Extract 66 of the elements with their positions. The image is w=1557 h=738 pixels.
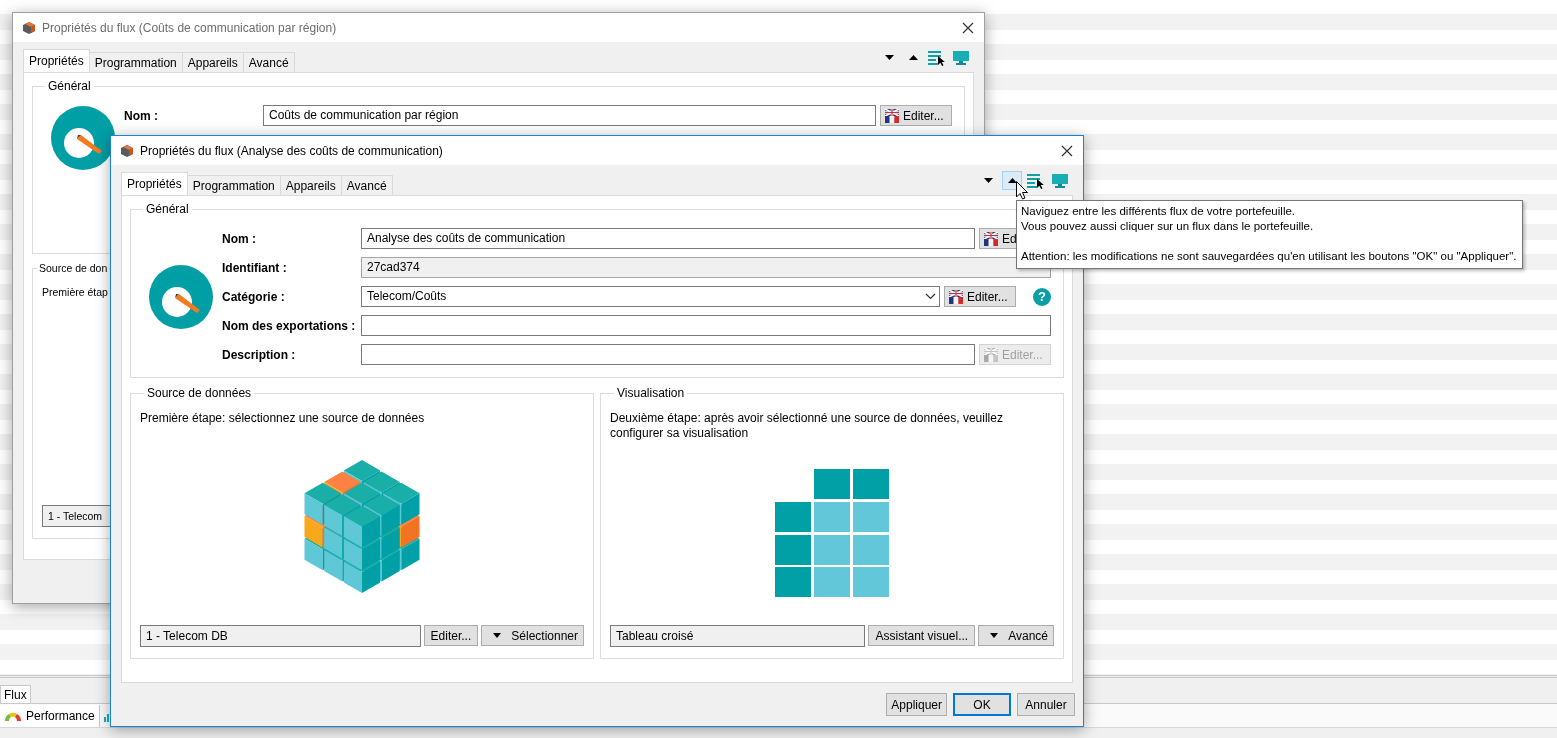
- group-title: Source de données: [146, 386, 253, 400]
- pencil-circle-icon: [147, 263, 214, 330]
- close-icon[interactable]: [1061, 144, 1073, 157]
- dialog-button[interactable]: OK: [953, 693, 1011, 716]
- tab[interactable]: Appareils: [279, 175, 342, 195]
- field-label: Description :: [222, 347, 297, 362]
- list-cursor-icon: [928, 49, 946, 66]
- flag-icon: [984, 231, 998, 246]
- field-label: Identifiant :: [222, 260, 288, 275]
- text-field[interactable]: [361, 344, 975, 365]
- readonly-field: 1 - Telecom DB: [140, 625, 421, 647]
- dialog-button[interactable]: Appliquer: [886, 693, 947, 716]
- triangle-down-icon: [983, 178, 993, 183]
- dialog-button[interactable]: Annuler: [1017, 693, 1075, 716]
- app-icon: [22, 20, 36, 35]
- field-label: Catégorie :: [222, 289, 286, 304]
- text-field[interactable]: Coûts de communication par région: [263, 105, 876, 126]
- monitor-icon: [1051, 172, 1069, 189]
- window-title: Propriétés du flux (Coûts de communication par région): [42, 20, 338, 35]
- list-button[interactable]: [1026, 171, 1046, 190]
- tab[interactable]: Appareils: [181, 52, 244, 72]
- tooltip-text: Naviguez entre les différents flux de votre portefeuille.: [1021, 204, 1297, 219]
- text-field[interactable]: [361, 315, 1051, 336]
- caret-icon: [493, 633, 502, 638]
- tab[interactable]: Programmation: [88, 52, 183, 72]
- caret-icon: [990, 633, 999, 638]
- tab[interactable]: Avancé: [340, 175, 393, 195]
- monitor-icon: [952, 49, 970, 66]
- group-title: Général: [47, 79, 92, 93]
- triangle-up-icon: [908, 55, 918, 60]
- close-icon[interactable]: [962, 21, 974, 34]
- panel-tab[interactable]: Flux: [0, 685, 31, 703]
- tab[interactable]: Avancé: [242, 52, 295, 72]
- field-label: Nom des exportations :: [222, 318, 357, 333]
- action-button[interactable]: Assistant visuel...: [868, 625, 976, 646]
- field-label: Nom :: [222, 231, 257, 246]
- tab[interactable]: Programmation: [186, 175, 281, 195]
- tab[interactable]: Propriétés: [121, 172, 188, 195]
- flag-icon: [949, 289, 963, 304]
- panel-tab[interactable]: Performance: [0, 704, 100, 727]
- app-icon: [120, 143, 134, 158]
- step-hint: Deuxième étape: après avoir sélectionné une source de données, veuillez configurer sa visualisation: [610, 411, 1004, 441]
- group-title: Source de don: [38, 262, 109, 274]
- dropdown-button[interactable]: Sélectionner: [481, 625, 584, 646]
- field-label: Nom :: [124, 108, 159, 123]
- triangle-down-icon: [884, 55, 894, 60]
- group-title: Général: [145, 202, 190, 216]
- flag-icon: [885, 108, 899, 123]
- action-button[interactable]: Editer...: [423, 625, 479, 646]
- dropdown-field[interactable]: Telecom/Coûts: [361, 286, 940, 307]
- chevron-down-icon: [925, 293, 936, 300]
- gauge-icon: [4, 710, 22, 721]
- step-hint: Première étape: sélectionnez une source de données: [140, 411, 426, 426]
- text-field[interactable]: Analyse des coûts de communication: [361, 228, 975, 249]
- edit-button[interactable]: Editer...: [880, 105, 952, 126]
- list-cursor-icon: [1027, 172, 1045, 189]
- step-hint: Première étap: [42, 285, 108, 300]
- flag-icon: [984, 347, 998, 362]
- triangle-up-icon: [1007, 178, 1017, 183]
- readonly-field: Tableau croisé: [610, 625, 866, 647]
- dropdown-button[interactable]: Avancé: [978, 625, 1054, 646]
- window-title: Propriétés du flux (Analyse des coûts de communication): [140, 143, 444, 158]
- list-button[interactable]: [927, 48, 947, 67]
- group-title: Visualisation: [616, 386, 686, 400]
- edit-button[interactable]: Editer...: [944, 286, 1016, 307]
- tab[interactable]: Propriétés: [23, 49, 90, 72]
